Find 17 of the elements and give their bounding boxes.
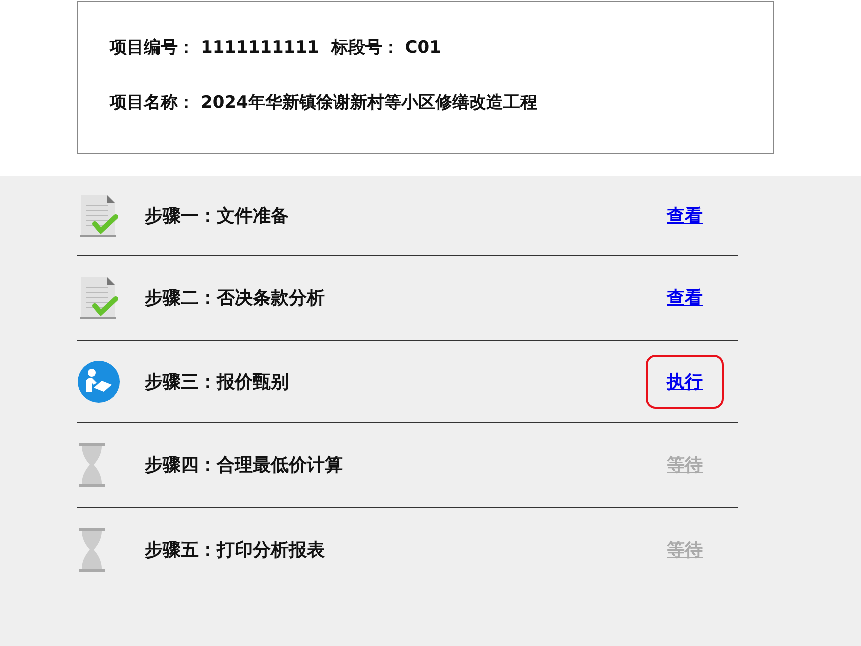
field-value: C01 [405,37,442,60]
step-title: 步骤三：报价甄别 [145,370,290,394]
action-link[interactable]: 查看 [667,204,703,228]
field-label: 标段号： [331,37,400,60]
step-title: 步骤一：文件准备 [145,204,290,228]
action-link[interactable]: 执行 [667,370,703,394]
step-title: 步骤四：合理最低价计算 [145,454,344,477]
reader-icon [77,360,121,404]
hourglass-icon [77,442,107,488]
hourglass-icon [77,527,107,573]
field-label: 项目编号： [110,37,195,60]
step-title: 步骤五：打印分析报表 [145,539,326,562]
action-link[interactable]: 查看 [667,286,703,310]
field-label: 项目名称： [110,92,195,115]
field-value: 2024年华新镇徐谢新村等小区修缮改造工程 [201,92,538,115]
field-value: 1111111111 [201,37,320,60]
step-title: 步骤二：否决条款分析 [145,287,326,310]
